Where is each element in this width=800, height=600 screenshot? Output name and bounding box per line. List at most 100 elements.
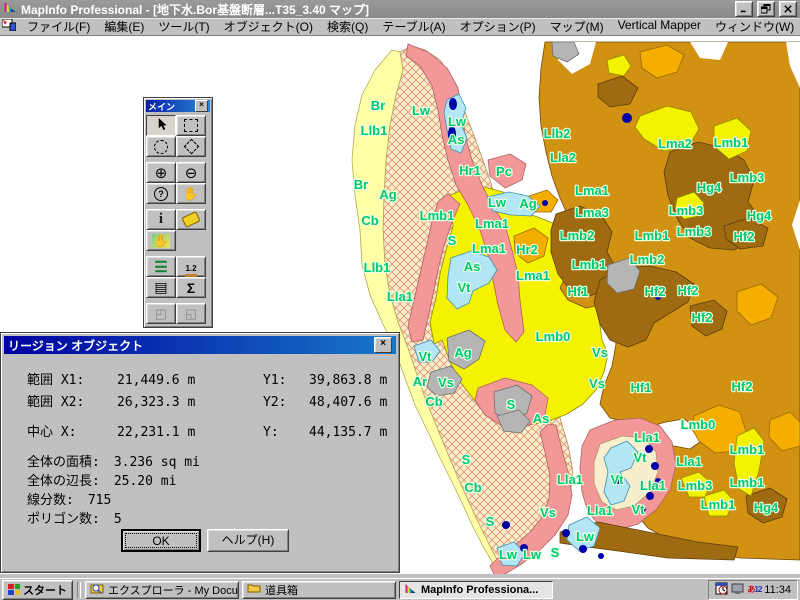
map-label-Llb1: Llb1 [361, 123, 388, 138]
ruler-tool[interactable]: 1.2 [176, 256, 206, 277]
map-label-Lmb3: Lmb3 [730, 170, 765, 185]
map-label-Ag: Ag [379, 187, 396, 202]
boundary-select-icon [186, 141, 197, 152]
toolbar-close-icon[interactable]: × [195, 100, 208, 112]
dialog-close-icon[interactable]: × [374, 337, 392, 353]
start-label: スタート [23, 582, 67, 598]
map-label-Llb2: Llb2 [544, 126, 571, 141]
dialog-titlebar[interactable]: リージョン オブジェクト × [4, 336, 396, 354]
marquee-select-icon [184, 119, 198, 132]
map-label-Cb: Cb [464, 480, 481, 495]
folder-icon [247, 582, 261, 597]
menu-item[interactable]: Vertical Mapper [611, 17, 708, 36]
map-label-Hf2: Hf2 [645, 284, 666, 299]
tray-ime-icon[interactable]: あ12 [747, 584, 761, 595]
map-label-Hf1: Hf1 [631, 380, 652, 395]
pan-tool[interactable]: ✋ [176, 183, 206, 204]
zoom-out-icon: ⊖ [185, 164, 198, 182]
task-button[interactable]: 道具箱 [242, 581, 396, 599]
windows-logo-icon [8, 584, 20, 595]
info-tool[interactable]: i [146, 209, 176, 230]
help-button[interactable]: ヘルプ(H) [207, 529, 289, 552]
select-icon [155, 117, 168, 134]
restore-icon[interactable] [757, 1, 775, 17]
menu-item[interactable]: オプション(P) [453, 17, 543, 36]
main-toolbar-titlebar[interactable]: メイン × [146, 100, 210, 112]
map-label-Lla2: Lla2 [550, 150, 576, 165]
close-icon[interactable] [779, 1, 797, 17]
map-label-Lmb1: Lmb1 [635, 228, 670, 243]
task-label: MapInfo Professiona... [421, 584, 538, 596]
map-label-Lmb2: Lmb2 [630, 252, 665, 267]
task-button[interactable]: MapInfo Professiona... [399, 581, 553, 599]
change-view-tool[interactable]: ? [146, 183, 176, 204]
map-label-As: As [448, 132, 465, 147]
menu-bar-items: ファイル(F)編集(E)ツール(T)オブジェクト(O)検索(Q)テーブル(A)オ… [20, 17, 800, 36]
zoom-in-tool[interactable]: ⊕ [146, 162, 176, 183]
map-label-Lw: Lw [412, 103, 431, 118]
clip-icon: ◱ [185, 306, 197, 322]
menu-item[interactable]: 編集(E) [97, 17, 151, 36]
map-label-Lmb1: Lmb1 [730, 475, 765, 490]
layers-icon: ☰ [154, 258, 167, 276]
tray-display-icon[interactable] [731, 582, 744, 598]
minimize-icon[interactable] [735, 1, 753, 17]
map-label-S: S [448, 233, 457, 248]
task-button[interactable]: エクスプローラ - My Docu... [85, 581, 239, 599]
ok-button[interactable]: OK [121, 529, 201, 552]
select-tool[interactable] [146, 115, 176, 136]
menu-item[interactable]: ツール(T) [151, 17, 216, 36]
map-label-Vs: Vs [589, 376, 605, 391]
map-label-Lla1: Lla1 [587, 503, 613, 518]
menu-item[interactable]: 検索(Q) [320, 17, 375, 36]
taskbar-clock[interactable]: 11:34 [764, 584, 791, 596]
dialog-row: 全体の面積:3.236 sq mi [27, 451, 200, 470]
map-label-As: As [464, 259, 481, 274]
menu-item[interactable]: マップ(M) [543, 17, 611, 36]
map-label-Lmb3: Lmb3 [678, 478, 713, 493]
window-title: MapInfo Professional - [地下水.Bor基盤断層...T3… [21, 1, 731, 18]
set-target-district-tool: ◰ [146, 303, 176, 324]
mapinfo-logo-icon [3, 0, 17, 18]
map-label-Ag: Ag [519, 196, 536, 211]
dialog-row: 中心 X:22,231.1 mY:44,135.7 m [27, 421, 387, 440]
map-label-Cb: Cb [361, 213, 378, 228]
label-tool[interactable] [176, 209, 206, 230]
radius-select-tool[interactable] [146, 136, 176, 157]
menu-item[interactable]: ウィンドウ(W) [708, 17, 800, 36]
statistics-tool[interactable]: Σ [176, 277, 206, 298]
map-label-Lw: Lw [448, 114, 467, 129]
map-label-Lmb1: Lmb1 [701, 497, 736, 512]
map-label-Vs: Vs [540, 505, 556, 520]
map-label-Lma2: Lma2 [658, 136, 692, 151]
main-toolbar-title: メイン [148, 100, 175, 113]
map-label-Lw: Lw [576, 529, 595, 544]
map-label-Lmb2: Lmb2 [560, 228, 595, 243]
menu-item[interactable]: オブジェクト(O) [217, 17, 320, 36]
pan-hand-icon: ✋ [183, 186, 199, 202]
drag-map-icon: ✋ [152, 233, 171, 248]
map-label-Llb1: Llb1 [364, 260, 391, 275]
marquee-select-tool[interactable] [176, 115, 206, 136]
map-label-Hr2: Hr2 [516, 242, 538, 257]
mdi-child-icon[interactable] [2, 19, 16, 34]
tray-schedule-icon[interactable] [715, 582, 728, 598]
dialog-row: 全体の辺長:25.20 mi [27, 470, 176, 489]
main-toolbar: メイン × ⊕ ⊖? ✋ i ✋ ☰ 1.2▤ Σ ◰ ◱ [143, 97, 213, 328]
map-label-Lla1: Lla1 [640, 478, 666, 493]
map-label-Lmb1: Lmb1 [730, 442, 765, 457]
menu-item[interactable]: テーブル(A) [375, 17, 452, 36]
drag-map-window-tool[interactable]: ✋ [146, 230, 176, 251]
map-label-Lla1: Lla1 [557, 472, 583, 487]
map-label-Ar: Ar [413, 374, 427, 389]
start-button[interactable]: スタート [2, 580, 73, 600]
menu-item[interactable]: ファイル(F) [20, 17, 97, 36]
layer-control-tool[interactable]: ☰ [146, 256, 176, 277]
map-label-Lw: Lw [488, 195, 507, 210]
sigma-icon: Σ [187, 280, 195, 296]
map-label-Vt: Vt [458, 280, 472, 295]
zoom-out-tool[interactable]: ⊖ [176, 162, 206, 183]
legend-tool[interactable]: ▤ [146, 277, 176, 298]
boundary-select-tool[interactable] [176, 136, 206, 157]
map-label-Lmb3: Lmb3 [677, 224, 712, 239]
